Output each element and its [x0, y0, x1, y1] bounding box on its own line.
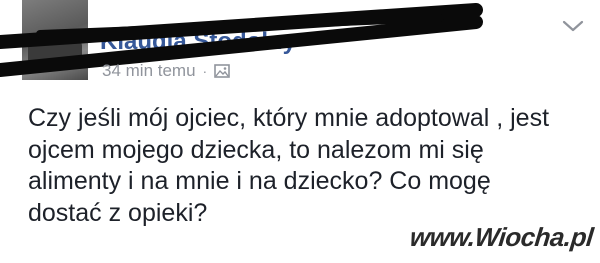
redaction-scribble — [0, 3, 483, 77]
author-avatar[interactable] — [22, 0, 88, 80]
author-name[interactable]: Klaudia Stodolny — [100, 28, 296, 56]
post-body-text: Czy jeśli mój ojciec, który mnie adoptow… — [28, 104, 550, 227]
chevron-down-icon[interactable] — [560, 18, 586, 34]
post-timestamp[interactable]: 34 min temu — [102, 61, 196, 81]
post-meta: 34 min temu · — [102, 61, 231, 81]
photo-icon[interactable] — [214, 64, 231, 78]
facebook-post: Klaudia Stodolny 34 min temu · Czy jeśli… — [0, 0, 600, 263]
site-watermark: www.Wiocha.pl — [408, 222, 595, 252]
meta-separator: · — [202, 63, 208, 79]
